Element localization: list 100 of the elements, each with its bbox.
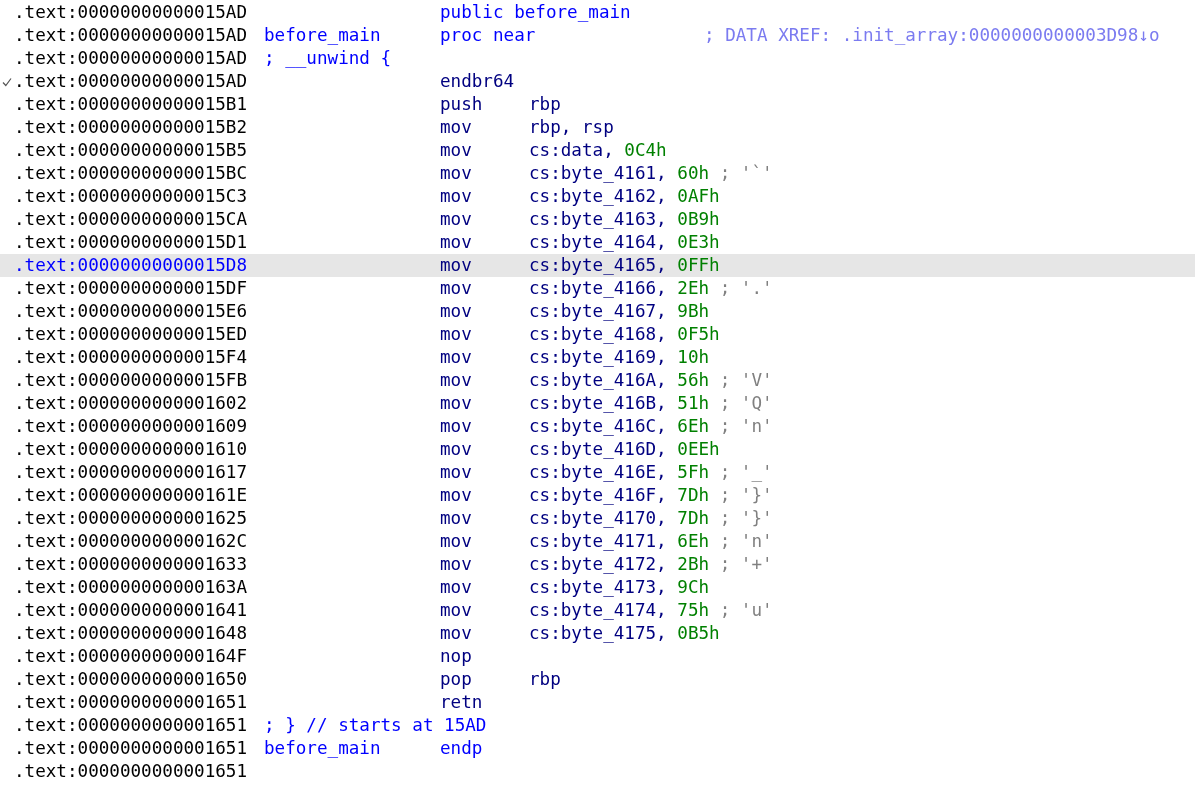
address-text: .text:00000000000015AD — [14, 70, 249, 93]
operand-text: cs:byte_4174, — [529, 600, 667, 620]
xref-comment: ; DATA XREF: .init_array:0000000000003D98↓o — [704, 24, 1160, 47]
address-text: .text:00000000000015D8 — [14, 254, 249, 277]
operand-text: cs:byte_4161, — [529, 163, 667, 183]
immediate-value: 7Dh — [677, 508, 710, 528]
immediate-value: 5Fh — [677, 462, 710, 482]
mnemonic-text: pop — [440, 668, 473, 691]
address-text: .text:0000000000001609 — [14, 415, 249, 438]
mnemonic-text: mov — [440, 392, 473, 415]
address-text: .text:0000000000001651 — [14, 691, 249, 714]
immediate-value: 6Eh — [677, 416, 710, 436]
char-comment: ; 'V' — [719, 370, 773, 390]
char-comment: ; '}' — [719, 485, 773, 505]
char-comment: ; 'n' — [719, 416, 773, 436]
address-text: .text:000000000000163A — [14, 576, 249, 599]
comment-text: ; __unwind { — [264, 47, 392, 70]
immediate-value: 2Eh — [677, 278, 710, 298]
operand-text: rbp, rsp — [529, 117, 614, 137]
mnemonic-text: mov — [440, 346, 473, 369]
immediate-value: 10h — [677, 347, 710, 367]
operand-text: rbp — [529, 94, 561, 114]
directive-text: endp — [440, 738, 483, 758]
address-text: .text:00000000000015ED — [14, 323, 249, 346]
address-text: .text:00000000000015CA — [14, 208, 249, 231]
operand-text: cs:byte_4166, — [529, 278, 667, 298]
mnemonic-text: mov — [440, 162, 473, 185]
immediate-value: 0B9h — [677, 209, 720, 229]
char-comment: ; '.' — [719, 278, 773, 298]
label-text: before_main — [264, 24, 382, 47]
immediate-value: 75h — [677, 600, 710, 620]
char-comment: ; '_' — [719, 462, 773, 482]
immediate-value: 6Eh — [677, 531, 710, 551]
immediate-value: 0C4h — [624, 140, 667, 160]
mnemonic-text: mov — [440, 323, 473, 346]
mnemonic-text: mov — [440, 507, 473, 530]
address-text: .text:00000000000015F4 — [14, 346, 249, 369]
mnemonic-text: mov — [440, 599, 473, 622]
address-text: .text:00000000000015E6 — [14, 300, 249, 323]
operand-text: cs:byte_4172, — [529, 554, 667, 574]
operand-text: cs:byte_4170, — [529, 508, 667, 528]
operand-text: cs:byte_4171, — [529, 531, 667, 551]
operand-text: cs:byte_4167, — [529, 301, 667, 321]
operand-text: cs:byte_4164, — [529, 232, 667, 252]
immediate-value: 0FFh — [677, 255, 720, 275]
mnemonic-text: mov — [440, 116, 473, 139]
address-text: .text:0000000000001650 — [14, 668, 249, 691]
comment-text: ; } // starts at 15AD — [264, 714, 487, 737]
mnemonic-text: mov — [440, 139, 473, 162]
address-text: .text:0000000000001633 — [14, 553, 249, 576]
immediate-value: 0F5h — [677, 324, 720, 344]
address-text: .text:0000000000001648 — [14, 622, 249, 645]
operand-text: cs:byte_416B, — [529, 393, 667, 413]
address-text: .text:00000000000015B1 — [14, 93, 249, 116]
address-text: .text:0000000000001617 — [14, 461, 249, 484]
mnemonic-text: mov — [440, 530, 473, 553]
mnemonic-text: mov — [440, 277, 473, 300]
immediate-value: 9Bh — [677, 301, 710, 321]
mnemonic-text: endbr64 — [440, 70, 516, 93]
operand-text: cs:byte_4175, — [529, 623, 667, 643]
immediate-value: 7Dh — [677, 485, 710, 505]
char-comment: ; 'u' — [719, 600, 773, 620]
address-text: .text:0000000000001651 — [14, 737, 249, 760]
immediate-value: 56h — [677, 370, 710, 390]
operand-text: cs:byte_4165, — [529, 255, 667, 275]
address-text: .text:00000000000015AD — [14, 47, 249, 70]
mnemonic-text: mov — [440, 576, 473, 599]
address-text: .text:00000000000015DF — [14, 277, 249, 300]
immediate-value: 51h — [677, 393, 710, 413]
address-text: .text:0000000000001602 — [14, 392, 249, 415]
address-text: .text:0000000000001651 — [14, 714, 249, 737]
address-text: .text:0000000000001610 — [14, 438, 249, 461]
operand-text: cs:byte_416C, — [529, 416, 667, 436]
address-text: .text:0000000000001651 — [14, 760, 249, 783]
char-comment: ; 'Q' — [719, 393, 773, 413]
address-text: .text:0000000000001641 — [14, 599, 249, 622]
immediate-value: 0E3h — [677, 232, 720, 252]
address-text: .text:00000000000015FB — [14, 369, 249, 392]
operand-text: cs:data, — [529, 140, 614, 160]
char-comment: ; '}' — [719, 508, 773, 528]
operand-text: cs:byte_416D, — [529, 439, 667, 459]
operand-text: cs:byte_4173, — [529, 577, 667, 597]
immediate-value: 0B5h — [677, 623, 720, 643]
mnemonic-text: mov — [440, 231, 473, 254]
operand-text: cs:byte_4168, — [529, 324, 667, 344]
mnemonic-text: mov — [440, 415, 473, 438]
address-text: .text:000000000000164F — [14, 645, 249, 668]
address-text: .text:00000000000015BC — [14, 162, 249, 185]
mnemonic-text: mov — [440, 484, 473, 507]
mnemonic-text: mov — [440, 622, 473, 645]
mnemonic-text: mov — [440, 185, 473, 208]
mnemonic-text: retn — [440, 691, 484, 714]
address-text: .text:0000000000001625 — [14, 507, 249, 530]
address-text: .text:00000000000015AD — [14, 1, 249, 24]
mnemonic-text: mov — [440, 438, 473, 461]
address-text: .text:00000000000015D1 — [14, 231, 249, 254]
mnemonic-text: push — [440, 93, 484, 116]
immediate-value: 0AFh — [677, 186, 720, 206]
immediate-value: 0EEh — [677, 439, 720, 459]
immediate-value: 2Bh — [677, 554, 710, 574]
